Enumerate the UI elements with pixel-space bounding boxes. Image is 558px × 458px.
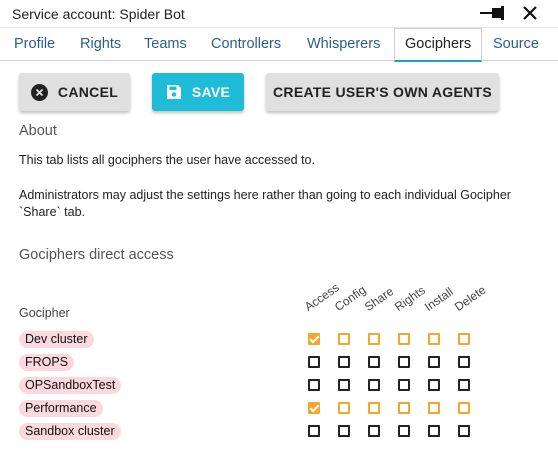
checkbox-config[interactable] xyxy=(338,425,350,437)
checkbox-rights[interactable] xyxy=(398,402,410,414)
save-label: SAVE xyxy=(191,84,231,100)
checkbox-delete[interactable] xyxy=(458,356,470,368)
col-header-rights: Rights xyxy=(391,283,428,314)
checkbox-delete[interactable] xyxy=(458,402,470,414)
cancel-icon xyxy=(30,83,48,101)
checkbox-config[interactable] xyxy=(338,356,350,368)
tab-rights[interactable]: Rights xyxy=(80,29,121,61)
checkbox-install[interactable] xyxy=(428,356,440,368)
checkbox-rights[interactable] xyxy=(398,425,410,437)
about-heading: About xyxy=(19,123,57,139)
checkbox-config[interactable] xyxy=(338,379,350,391)
access-heading: Gociphers direct access xyxy=(19,247,174,263)
checkbox-rights[interactable] xyxy=(398,379,410,391)
tab-controllers[interactable]: Controllers xyxy=(211,29,281,61)
checkbox-access[interactable] xyxy=(308,356,320,368)
checkbox-share[interactable] xyxy=(368,379,380,391)
checkbox-delete[interactable] xyxy=(458,379,470,391)
about-text-1: This tab lists all gociphers the user ha… xyxy=(19,153,315,167)
about-text-2: Administrators may adjust the settings h… xyxy=(19,188,511,219)
create-agents-label: CREATE USER'S OWN AGENTS xyxy=(273,84,492,100)
gocipher-chip-dev-cluster: Dev cluster xyxy=(19,331,94,348)
window-title: Service account: Spider Bot xyxy=(12,6,185,22)
checkbox-install[interactable] xyxy=(428,333,440,345)
create-users-own-agents-button[interactable]: CREATE USER'S OWN AGENTS xyxy=(266,73,499,111)
checkbox-access[interactable] xyxy=(308,425,320,437)
cancel-button[interactable]: CANCEL xyxy=(19,73,130,111)
close-icon[interactable] xyxy=(521,4,539,22)
save-button[interactable]: SAVE xyxy=(152,73,244,111)
checkbox-share[interactable] xyxy=(368,333,380,345)
checkbox-delete[interactable] xyxy=(458,333,470,345)
col-header-share: Share xyxy=(361,284,397,314)
checkbox-access[interactable] xyxy=(308,379,320,391)
checkbox-access[interactable] xyxy=(308,402,320,414)
tab-gociphers[interactable]: Gociphers xyxy=(394,28,483,62)
tab-whisperers[interactable]: Whisperers xyxy=(307,29,380,61)
checkbox-rights[interactable] xyxy=(398,356,410,368)
gocipher-chip-frops: FROPS xyxy=(19,354,75,371)
checkbox-share[interactable] xyxy=(368,402,380,414)
gocipher-chip-sandbox-cluster: Sandbox cluster xyxy=(19,423,121,440)
tab-teams[interactable]: Teams xyxy=(144,29,187,61)
gocipher-column-header: Gocipher xyxy=(19,306,70,320)
checkbox-config[interactable] xyxy=(338,402,350,414)
save-icon xyxy=(166,84,182,100)
checkbox-rights[interactable] xyxy=(398,333,410,345)
checkbox-install[interactable] xyxy=(428,425,440,437)
gocipher-chip-performance: Performance xyxy=(19,400,103,417)
checkbox-install[interactable] xyxy=(428,402,440,414)
checkbox-share[interactable] xyxy=(368,356,380,368)
col-header-delete: Delete xyxy=(451,282,489,314)
checkbox-share[interactable] xyxy=(368,425,380,437)
checkbox-access[interactable] xyxy=(308,333,320,345)
tab-profile[interactable]: Profile xyxy=(14,29,55,61)
checkbox-config[interactable] xyxy=(338,333,350,345)
checkbox-install[interactable] xyxy=(428,379,440,391)
gocipher-chip-opsandboxtest: OPSandboxTest xyxy=(19,377,122,394)
col-header-install: Install xyxy=(421,284,456,314)
tab-bar: Profile Rights Teams Controllers Whisper… xyxy=(0,28,558,62)
tab-source[interactable]: Source xyxy=(493,29,539,61)
pin-icon[interactable] xyxy=(478,4,510,22)
checkbox-delete[interactable] xyxy=(458,425,470,437)
title-bar: Service account: Spider Bot xyxy=(0,0,558,28)
cancel-label: CANCEL xyxy=(57,84,119,100)
